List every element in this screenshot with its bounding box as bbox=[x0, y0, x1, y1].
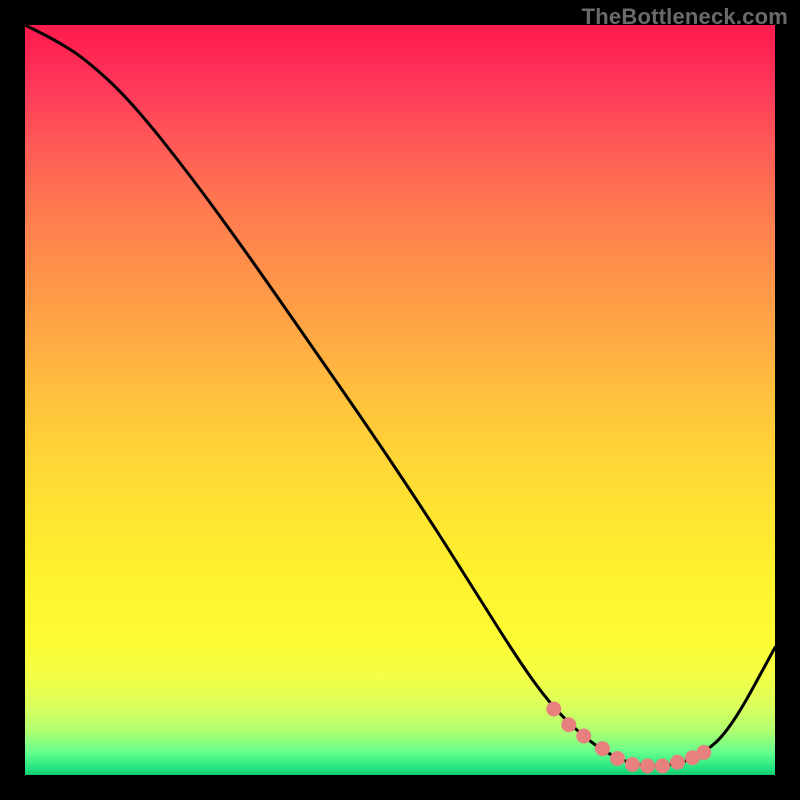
stage: TheBottleneck.com bbox=[0, 0, 800, 800]
data-point bbox=[625, 757, 640, 772]
data-point bbox=[696, 745, 711, 760]
data-point bbox=[655, 759, 670, 774]
chart-svg bbox=[25, 25, 775, 775]
watermark-text: TheBottleneck.com bbox=[582, 4, 788, 30]
data-point bbox=[561, 717, 576, 732]
data-point bbox=[670, 755, 685, 770]
data-point bbox=[576, 729, 591, 744]
data-point bbox=[610, 751, 625, 766]
data-point bbox=[640, 759, 655, 774]
curve-line bbox=[25, 25, 775, 766]
plot-area bbox=[25, 25, 775, 775]
data-point bbox=[595, 741, 610, 756]
data-point bbox=[546, 702, 561, 717]
dots-group bbox=[546, 702, 711, 774]
